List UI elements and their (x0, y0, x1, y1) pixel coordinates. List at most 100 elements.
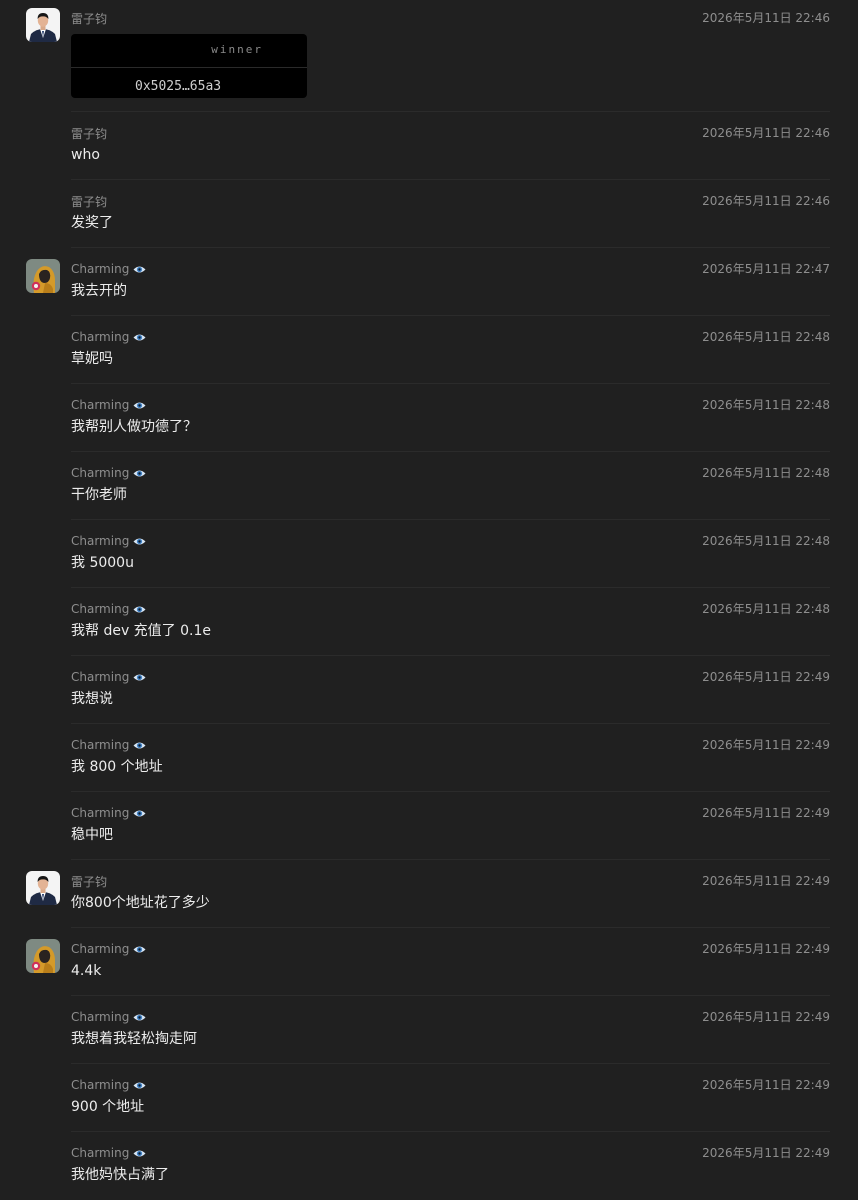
message-text: 发奖了 (71, 215, 113, 231)
message-divider (71, 655, 830, 656)
chat-message-list: 雷子钧 2026年5月11日 22:46 winner 0x5025…65a3 … (0, 0, 858, 1200)
author-name[interactable]: Charming (71, 1009, 146, 1025)
message-text: 我帮 dev 充值了 0.1e (71, 623, 212, 639)
timestamp: 2026年5月11日 22:48 (702, 466, 830, 480)
author-name-label: Charming (71, 1078, 130, 1092)
eye-icon (133, 1014, 146, 1020)
author-name-label: Charming (71, 942, 130, 956)
message-item: Charming 2026年5月11日 22:49 稳中吧 (0, 795, 858, 863)
timestamp: 2026年5月11日 22:48 (702, 534, 830, 548)
eye-icon (133, 538, 146, 544)
avatar[interactable] (26, 871, 60, 905)
timestamp: 2026年5月11日 22:48 (702, 398, 830, 412)
eye-icon (133, 742, 146, 748)
message-divider (71, 111, 830, 112)
message-item: Charming 2026年5月11日 22:49 4.4k (0, 931, 858, 999)
author-name[interactable]: 雷子钧 (71, 873, 107, 889)
wallet-address: 0x5025…65a3 (135, 79, 222, 94)
message-divider (71, 1131, 830, 1132)
message-item: Charming 2026年5月11日 22:48 我帮别人做功德了？ (0, 387, 858, 455)
message-text: 我去开的 (71, 283, 127, 299)
message-item: Charming 2026年5月11日 22:49 我想着我轻松掏走阿 (0, 999, 858, 1067)
timestamp: 2026年5月11日 22:49 (702, 942, 830, 956)
timestamp: 2026年5月11日 22:48 (702, 330, 830, 344)
timestamp: 2026年5月11日 22:49 (702, 670, 830, 684)
author-name[interactable]: 雷子钧 (71, 193, 107, 209)
message-text: 我想说 (71, 691, 113, 707)
author-name[interactable]: Charming (71, 397, 146, 413)
message-item: Charming 2026年5月11日 22:49 900 个地址 (0, 1067, 858, 1135)
message-text: 稳中吧 (71, 827, 113, 843)
card-header: winner (71, 34, 307, 68)
author-name[interactable]: Charming (71, 261, 146, 277)
author-name[interactable]: Charming (71, 329, 146, 345)
message-item: 雷子钧 2026年5月11日 22:46 who (0, 115, 858, 183)
author-name-label: Charming (71, 806, 130, 820)
author-name-label: Charming (71, 738, 130, 752)
message-item: Charming 2026年5月11日 22:49 我他妈快占满了 (0, 1135, 858, 1200)
message-text: 你800个地址花了多少 (71, 895, 210, 911)
eye-icon (133, 334, 146, 340)
timestamp: 2026年5月11日 22:46 (702, 126, 830, 140)
author-name[interactable]: Charming (71, 1145, 146, 1161)
author-name-label: 雷子钧 (71, 874, 108, 889)
message-item: Charming 2026年5月11日 22:49 我想说 (0, 659, 858, 727)
card-label: winner (211, 43, 263, 56)
message-item: Charming 2026年5月11日 22:49 我 800 个地址 (0, 727, 858, 795)
winner-card[interactable]: winner 0x5025…65a3 (71, 34, 307, 98)
timestamp: 2026年5月11日 22:49 (702, 874, 830, 888)
timestamp: 2026年5月11日 22:49 (702, 1010, 830, 1024)
author-name-label: Charming (71, 670, 130, 684)
message-divider (71, 587, 830, 588)
eye-icon (133, 470, 146, 476)
author-name[interactable]: Charming (71, 737, 146, 753)
avatar[interactable] (26, 939, 60, 973)
author-name[interactable]: Charming (71, 805, 146, 821)
message-text: 我 800 个地址 (71, 759, 163, 775)
author-name[interactable]: Charming (71, 941, 146, 957)
eye-icon (133, 946, 146, 952)
avatar[interactable] (26, 8, 60, 42)
timestamp: 2026年5月11日 22:46 (702, 11, 830, 25)
timestamp: 2026年5月11日 22:46 (702, 194, 830, 208)
message-item: Charming 2026年5月11日 22:48 我帮 dev 充值了 0.1… (0, 591, 858, 659)
author-name[interactable]: Charming (71, 533, 146, 549)
author-name[interactable]: Charming (71, 669, 146, 685)
author-name[interactable]: 雷子钧 (71, 10, 107, 26)
message-divider (71, 927, 830, 928)
message-divider (71, 519, 830, 520)
author-name-label: Charming (71, 602, 130, 616)
eye-icon (133, 810, 146, 816)
message-divider (71, 1063, 830, 1064)
message-item: 雷子钧 2026年5月11日 22:46 winner 0x5025…65a3 (0, 0, 858, 112)
message-text: 我想着我轻松掏走阿 (71, 1031, 197, 1047)
timestamp: 2026年5月11日 22:47 (702, 262, 830, 276)
author-name[interactable]: Charming (71, 1077, 146, 1093)
author-name-label: Charming (71, 1146, 130, 1160)
message-item: Charming 2026年5月11日 22:48 我 5000u (0, 523, 858, 591)
timestamp: 2026年5月11日 22:49 (702, 1078, 830, 1092)
message-item: Charming 2026年5月11日 22:47 我去开的 (0, 251, 858, 319)
message-text: 900 个地址 (71, 1099, 145, 1115)
author-name-label: Charming (71, 466, 130, 480)
author-name-label: 雷子钧 (71, 194, 108, 209)
message-item: 雷子钧 2026年5月11日 22:46 发奖了 (0, 183, 858, 251)
message-text: 我帮别人做功德了？ (71, 419, 197, 435)
author-name-label: Charming (71, 398, 130, 412)
message-text: 我他妈快占满了 (71, 1167, 169, 1183)
eye-icon (133, 1150, 146, 1156)
author-name-label: Charming (71, 262, 130, 276)
message-text: 我 5000u (71, 555, 134, 571)
author-name[interactable]: Charming (71, 465, 146, 481)
eye-icon (133, 606, 146, 612)
author-name[interactable]: 雷子钧 (71, 125, 107, 141)
avatar[interactable] (26, 259, 60, 293)
eye-icon (133, 402, 146, 408)
message-text: 干你老师 (71, 487, 127, 503)
message-divider (71, 179, 830, 180)
message-text: who (71, 147, 100, 163)
author-name[interactable]: Charming (71, 601, 146, 617)
message-divider (71, 859, 830, 860)
message-divider (71, 723, 830, 724)
timestamp: 2026年5月11日 22:48 (702, 602, 830, 616)
